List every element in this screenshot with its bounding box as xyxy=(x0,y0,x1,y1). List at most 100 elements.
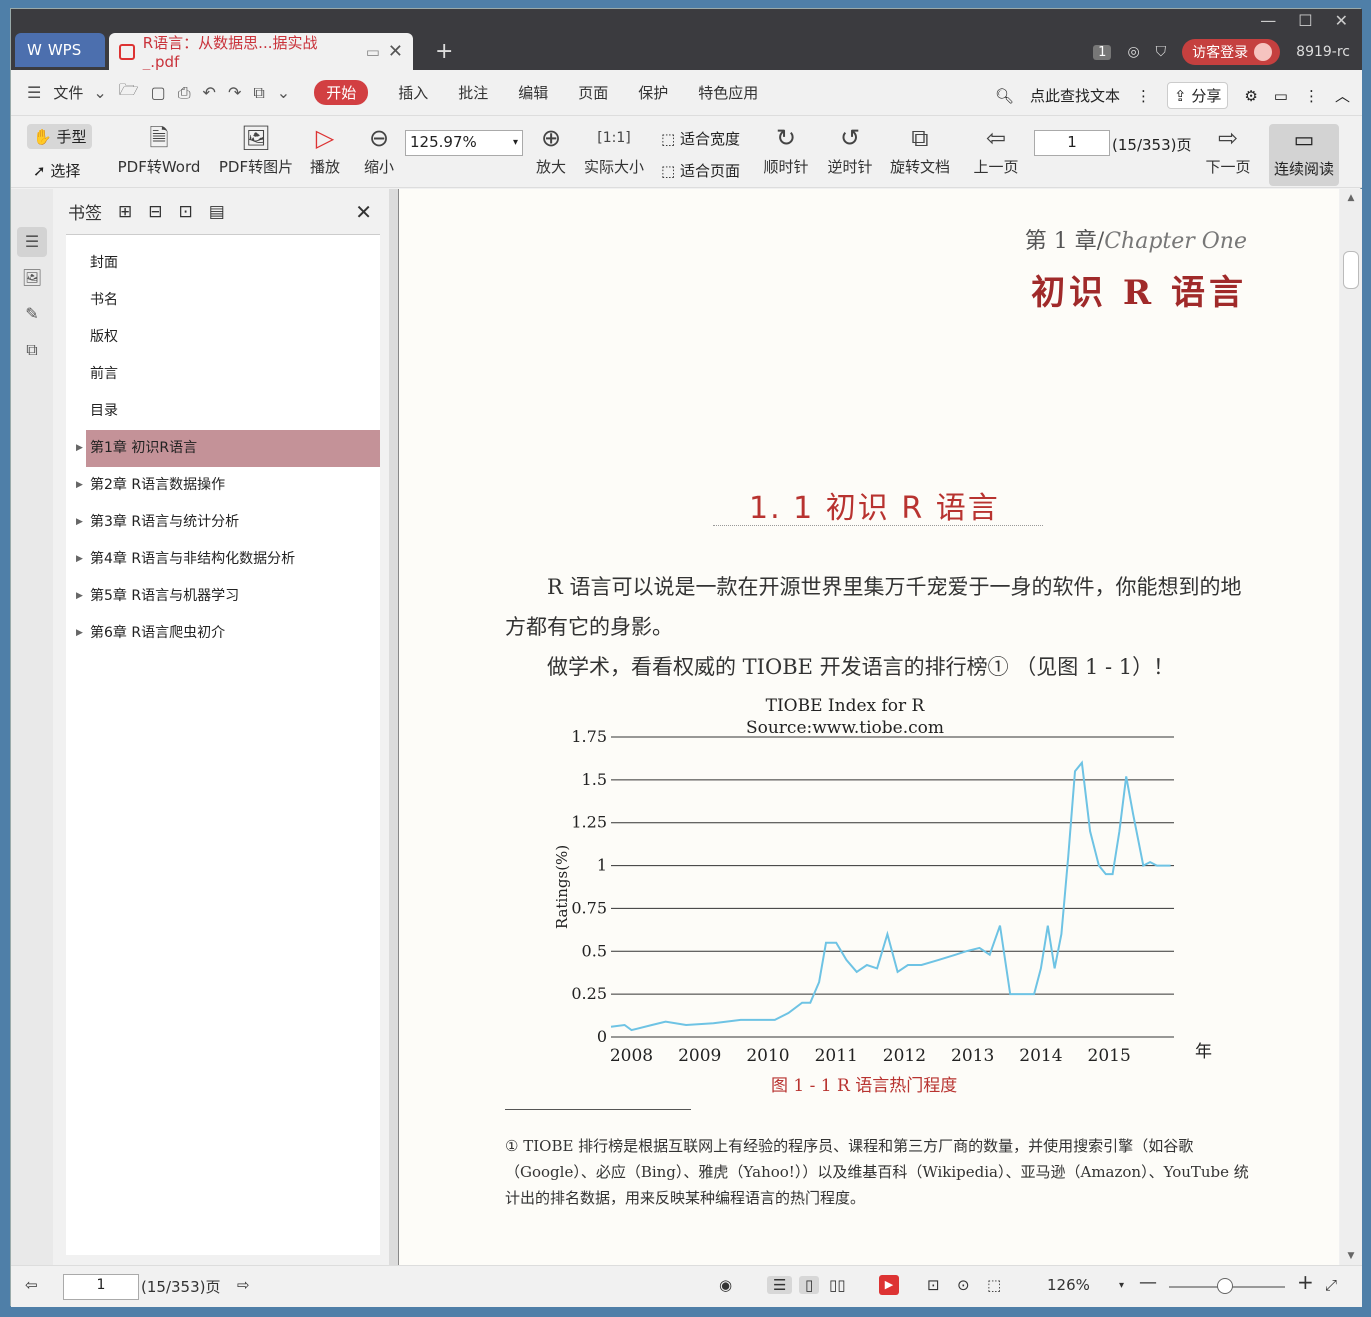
status-fit-width-icon[interactable]: ⬚ xyxy=(987,1276,1001,1294)
expand-triangle-icon[interactable]: ▶ xyxy=(76,615,83,652)
gear-icon[interactable]: ⚙ xyxy=(1244,87,1257,105)
expand-triangle-icon[interactable]: ▶ xyxy=(76,541,83,578)
hamburger-icon[interactable]: ☰ xyxy=(27,83,41,102)
status-zoom-value[interactable]: 126% xyxy=(1047,1276,1090,1294)
shirt-icon[interactable]: ⛉ xyxy=(1156,44,1167,60)
bookmark-item[interactable]: 版权 xyxy=(66,319,380,356)
bookmark-item[interactable]: 书名 xyxy=(66,282,380,319)
export-icon[interactable]: ⧉ xyxy=(253,83,264,103)
bookmark-list-icon[interactable]: ☰ xyxy=(17,227,47,257)
expand-triangle-icon[interactable]: ▶ xyxy=(76,467,83,504)
zoom-slider-knob[interactable] xyxy=(1217,1278,1233,1294)
more-icon[interactable]: ⋮ xyxy=(1304,87,1319,105)
menu-annotate[interactable]: 批注 xyxy=(458,82,488,103)
hand-tool-button[interactable]: ✋ 手型 xyxy=(27,124,93,149)
monitor-icon[interactable]: ▭ xyxy=(366,43,380,61)
bookmark-item[interactable]: ▶ 第2章 R语言数据操作 xyxy=(66,467,380,504)
status-fit-icon[interactable]: ⊙ xyxy=(957,1276,970,1294)
single-page-icon[interactable]: ▯ xyxy=(799,1276,820,1294)
signature-icon[interactable]: ⧉ xyxy=(17,335,47,365)
print-icon[interactable]: ⎙ xyxy=(178,83,191,103)
next-page-button[interactable]: ⇨ 下一页 xyxy=(1203,122,1253,177)
zoom-dropdown-icon[interactable]: ▾ xyxy=(1119,1280,1124,1291)
window-count-badge[interactable]: 1 xyxy=(1093,44,1112,60)
fit-width-button[interactable]: ⬚ 适合宽度 xyxy=(661,128,740,149)
maximize-icon[interactable]: ☐ xyxy=(1298,11,1312,30)
zoom-in-button[interactable]: ⊕ 放大 xyxy=(533,122,569,177)
expand-triangle-icon[interactable]: ▶ xyxy=(76,504,83,541)
close-tab-icon[interactable]: ✕ xyxy=(388,41,403,62)
fit-page-button[interactable]: ⬚ 适合页面 xyxy=(661,160,740,181)
undo-icon[interactable]: ↶ xyxy=(203,83,216,102)
bookmark-item[interactable]: ▶ 第6章 R语言爬虫初介 xyxy=(66,615,380,652)
menu-protect[interactable]: 保护 xyxy=(638,82,668,103)
expand-triangle-icon[interactable]: ▶ xyxy=(76,430,83,467)
status-next-icon[interactable]: ⇨ xyxy=(237,1276,250,1294)
status-actual-size-icon[interactable]: ⊡ xyxy=(927,1276,940,1294)
edit-bookmark-icon[interactable]: ▤ xyxy=(209,202,225,222)
scroll-up-icon[interactable]: ▲ xyxy=(1340,193,1362,203)
zoom-plus-icon[interactable]: + xyxy=(1297,1270,1314,1294)
panel-splitter[interactable] xyxy=(389,189,398,1265)
minimize-icon[interactable]: — xyxy=(1260,11,1276,30)
status-page-input[interactable]: 1 xyxy=(63,1274,139,1300)
share-button[interactable]: ⇪ 分享 xyxy=(1166,82,1229,109)
chat-icon[interactable]: ▭ xyxy=(1274,87,1288,105)
bookmark-item[interactable]: ▶ 第3章 R语言与统计分析 xyxy=(66,504,380,541)
annotation-icon[interactable]: ✎ xyxy=(17,299,47,329)
open-folder-icon[interactable]: 🗁 xyxy=(119,79,139,106)
zoom-minus-icon[interactable]: — xyxy=(1139,1272,1157,1293)
pdf-to-image-button[interactable]: 🖼︎ PDF转图片 xyxy=(215,122,297,177)
play-button[interactable]: ▷ 播放 xyxy=(307,122,343,177)
select-tool-button[interactable]: ➚ 选择 xyxy=(33,160,80,181)
bookmark-item[interactable]: 前言 xyxy=(66,356,380,393)
insert-bookmark-icon[interactable]: ⊡ xyxy=(179,202,193,222)
actual-size-button[interactable]: [1:1] 实际大小 xyxy=(583,122,645,177)
page-number-input[interactable]: 1 xyxy=(1034,130,1110,156)
continuous-view-icon[interactable]: ☰ xyxy=(767,1276,793,1294)
prev-page-button[interactable]: ⇦ 上一页 xyxy=(971,122,1021,177)
add-tab-icon[interactable]: + xyxy=(435,39,453,64)
menu-insert[interactable]: 插入 xyxy=(398,82,428,103)
collapse-icon[interactable]: ︿ xyxy=(1335,85,1350,106)
document-tab[interactable]: R语言：从数据思...据实战_.pdf ▭ ✕ xyxy=(109,33,413,71)
two-page-icon[interactable]: ▯▯ xyxy=(829,1276,846,1294)
rotate-cw-button[interactable]: ↻ 顺时针 xyxy=(763,122,809,177)
login-button[interactable]: 访客登录 xyxy=(1182,39,1281,65)
bookmark-item[interactable]: ▶ 第4章 R语言与非结构化数据分析 xyxy=(66,541,380,578)
zoom-select[interactable]: 125.97% ▾ xyxy=(405,130,523,156)
search-text-button[interactable]: 点此查找文本 xyxy=(1030,85,1120,106)
bookmark-item[interactable]: 目录 xyxy=(66,393,380,430)
skin-icon[interactable]: ◎ xyxy=(1127,44,1139,60)
search-icon[interactable]: 🔍︎ xyxy=(995,87,1014,105)
zoom-out-button[interactable]: ⊖ 缩小 xyxy=(361,122,397,177)
more-down-icon[interactable]: ⌄ xyxy=(277,83,290,102)
scroll-down-icon[interactable]: ▼ xyxy=(1340,1251,1362,1261)
more-vertical-icon[interactable]: ⋮ xyxy=(1136,87,1151,105)
continuous-read-button[interactable]: ▭ 连续阅读 xyxy=(1269,124,1339,186)
expand-triangle-icon[interactable]: ▶ xyxy=(76,578,83,615)
wps-home-tab[interactable]: W WPS xyxy=(15,33,105,67)
zoom-slider[interactable] xyxy=(1169,1278,1285,1294)
menu-page[interactable]: 页面 xyxy=(578,82,608,103)
bookmark-item[interactable]: ▶ 第5章 R语言与机器学习 xyxy=(66,578,380,615)
redo-icon[interactable]: ↷ xyxy=(228,83,241,102)
bookmark-item[interactable]: 封面 xyxy=(66,245,380,282)
menu-file[interactable]: 文件 xyxy=(53,82,83,103)
save-icon[interactable]: ▢ xyxy=(151,83,166,102)
pdf-to-word-button[interactable]: 🗎 PDF转Word xyxy=(115,122,203,177)
add-bookmark-icon[interactable]: ⊞ xyxy=(118,202,132,222)
thumbnail-icon[interactable]: 🖼︎ xyxy=(17,263,47,293)
rotate-doc-button[interactable]: ⧉ 旋转文档 xyxy=(889,122,951,177)
bookmark-item-selected[interactable]: ▶ 第1章 初识R语言 xyxy=(76,430,380,467)
scrollbar-thumb[interactable] xyxy=(1343,251,1359,289)
rotate-ccw-button[interactable]: ↺ 逆时针 xyxy=(827,122,873,177)
close-window-icon[interactable]: ✕ xyxy=(1335,11,1348,30)
close-panel-icon[interactable]: ✕ xyxy=(355,200,372,224)
eye-protect-icon[interactable]: ◉ xyxy=(719,1276,732,1294)
menu-special[interactable]: 特色应用 xyxy=(698,82,758,103)
expand-all-icon[interactable]: ⊟ xyxy=(148,202,162,222)
vertical-scrollbar[interactable]: ▲ ▼ xyxy=(1340,189,1362,1265)
status-play-icon[interactable]: ▶ xyxy=(879,1275,899,1295)
menu-start[interactable]: 开始 xyxy=(314,80,369,105)
